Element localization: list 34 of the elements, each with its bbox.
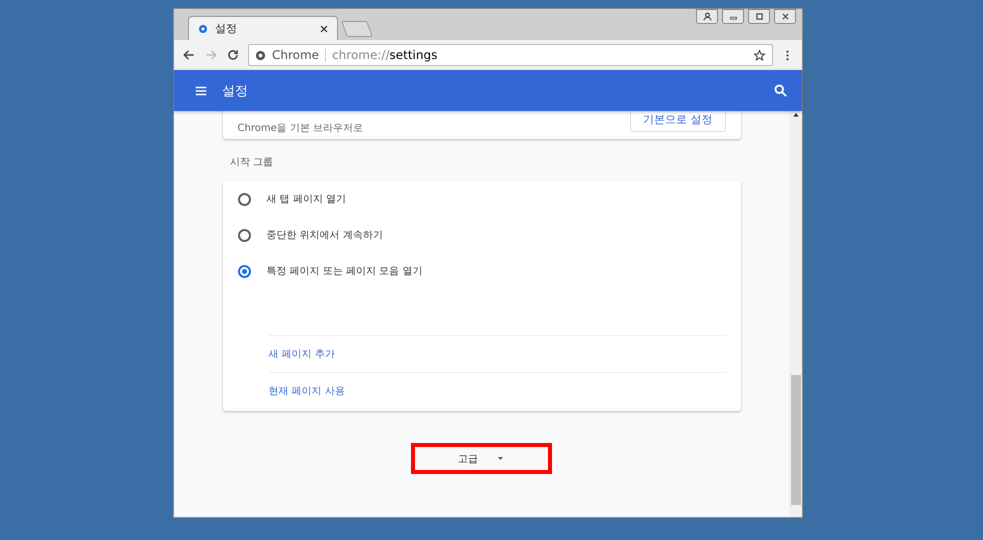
minimize-button[interactable] <box>722 9 744 24</box>
radio-button[interactable] <box>238 228 250 242</box>
address-bar[interactable]: Chrome chrome://settings <box>248 44 773 66</box>
make-default-button[interactable]: 기본으로 설정 <box>630 111 726 132</box>
radio-button[interactable] <box>238 192 250 206</box>
back-icon[interactable] <box>182 48 196 62</box>
default-browser-text: Chrome을 기본 브라우저로 <box>238 122 364 134</box>
maximize-button[interactable] <box>748 9 770 24</box>
maximize-icon <box>754 12 764 21</box>
tab-title: 설정 <box>215 21 238 36</box>
site-info-icon <box>255 50 266 60</box>
scrollbar[interactable] <box>789 111 802 517</box>
option-label: 중단한 위치에서 계속하기 <box>266 229 383 242</box>
option-label: 새 탭 페이지 열기 <box>266 193 346 206</box>
section-title: 시작 그룹 <box>230 156 274 169</box>
scrollbar-thumb[interactable] <box>790 375 800 505</box>
star-icon[interactable] <box>753 48 766 62</box>
person-icon <box>702 12 712 21</box>
browser-tab[interactable]: 설정 <box>188 16 338 40</box>
close-icon <box>780 12 790 21</box>
site-name: Chrome <box>272 48 320 62</box>
close-icon[interactable] <box>319 24 329 34</box>
url-text: chrome://settings <box>332 48 438 62</box>
page-link[interactable]: 새 페이지 추가 <box>268 347 335 361</box>
search-icon[interactable] <box>773 83 788 98</box>
close-button[interactable] <box>774 9 796 24</box>
divider <box>325 48 326 62</box>
advanced-button[interactable]: 고급 <box>411 443 552 474</box>
header-title: 설정 <box>222 82 249 100</box>
user-button[interactable] <box>696 9 718 24</box>
radio-button[interactable] <box>238 264 250 278</box>
reload-icon[interactable] <box>226 48 240 62</box>
page-link[interactable]: 현재 페이지 사용 <box>268 384 345 398</box>
option-label: 특정 페이지 또는 페이지 모음 열기 <box>266 265 422 278</box>
